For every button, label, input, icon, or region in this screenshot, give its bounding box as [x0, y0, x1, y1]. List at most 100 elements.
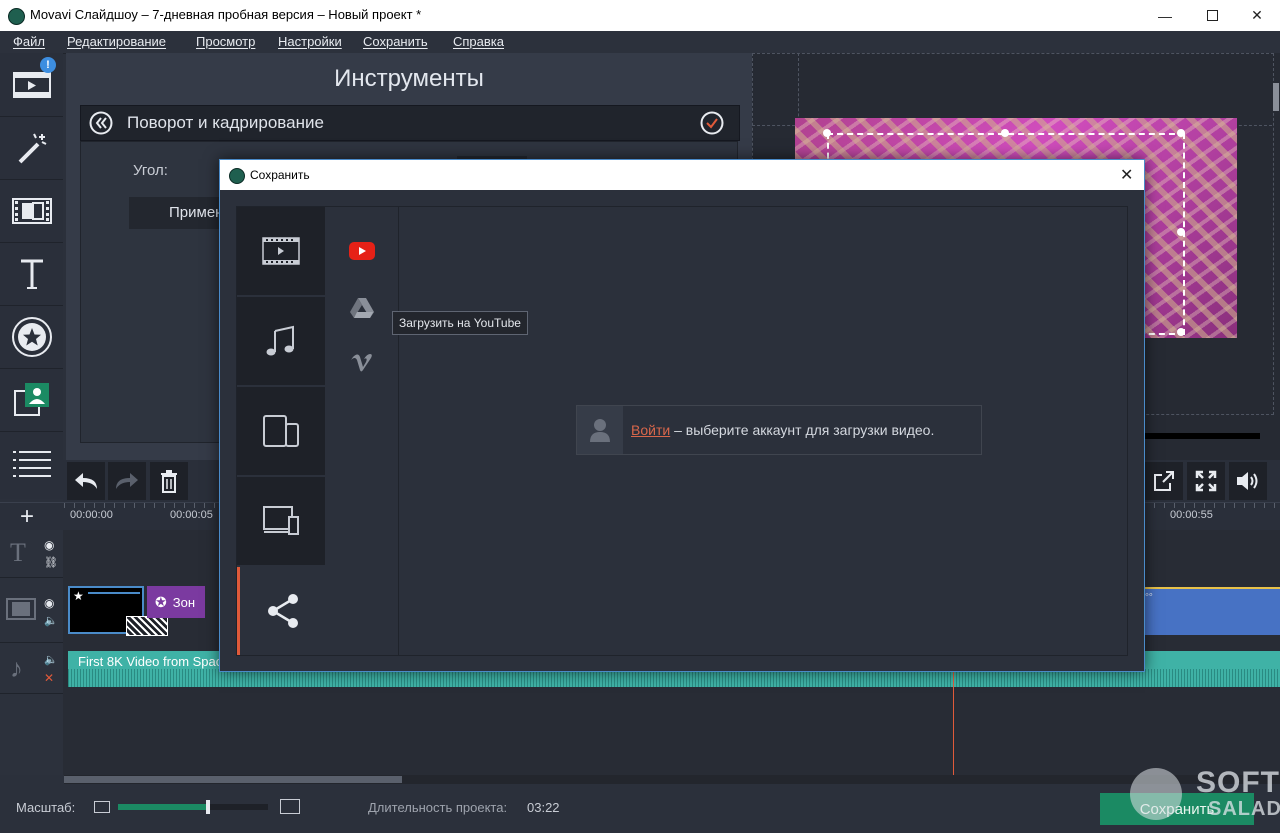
bottom-bar: Масштаб: Длительность проекта: 03:22 [0, 784, 1280, 833]
titles-icon [20, 259, 43, 289]
zoom-label: Масштаб: [16, 800, 76, 815]
crop-handle[interactable] [1177, 129, 1185, 137]
apply-check-icon[interactable] [700, 111, 724, 135]
keyframe-line [88, 592, 140, 594]
account-login-box: Войти – выберите аккаунт для загрузки ви… [576, 405, 982, 455]
user-icon [590, 419, 610, 442]
preview-progress[interactable] [1142, 433, 1260, 439]
menu-help[interactable]: Справка [453, 34, 504, 49]
video-clip[interactable]: ◦◦ [1143, 587, 1280, 635]
transitions-icon [11, 197, 52, 224]
zoom-slider[interactable] [118, 800, 268, 814]
transitions-button[interactable] [0, 179, 63, 243]
callouts-icon [13, 382, 49, 416]
timeline-scrollbar[interactable] [64, 775, 1280, 784]
menu-file[interactable]: Файл [13, 34, 45, 49]
speaker-icon[interactable]: 🔈 [44, 653, 58, 666]
time-tick: 00:00:00 [70, 509, 113, 521]
notification-badge: ! [40, 57, 56, 73]
section-title: Поворот и кадрирование [127, 113, 324, 132]
back-icon[interactable] [89, 111, 113, 135]
tools-heading: Инструменты [334, 65, 484, 92]
titles-button[interactable] [0, 242, 63, 306]
left-toolbar: ! [0, 53, 63, 499]
google-drive-service[interactable] [347, 293, 377, 323]
music-note-icon: ♪ [10, 653, 23, 683]
eye-icon[interactable]: ◉ [44, 538, 54, 552]
mute-link-icon[interactable]: ✕ [44, 671, 54, 685]
minimize-button[interactable]: — [1142, 0, 1188, 31]
dialog-divider [398, 207, 399, 655]
duration-label: Длительность проекта: [368, 800, 508, 815]
category-audio-file[interactable] [237, 297, 325, 385]
filters-button[interactable] [0, 116, 63, 180]
close-icon: ✕ [1251, 7, 1263, 23]
vimeo-service[interactable] [347, 349, 377, 379]
magic-wand-icon [18, 133, 46, 163]
popout-icon [1154, 471, 1174, 491]
transition-marker[interactable] [126, 616, 168, 636]
effect-clip-label: Зон [172, 594, 195, 610]
category-tv[interactable] [237, 477, 325, 565]
add-track-icon[interactable]: + [20, 505, 34, 529]
dialog-close-icon[interactable]: ✕ [1120, 165, 1133, 185]
undo-button[interactable] [67, 462, 105, 500]
dialog-title: Сохранить [250, 168, 310, 182]
crop-handle[interactable] [823, 129, 831, 137]
category-share[interactable] [237, 567, 325, 655]
menu-settings[interactable]: Настройки [278, 34, 342, 49]
crop-handle[interactable] [1001, 129, 1009, 137]
callouts-button[interactable] [0, 368, 63, 432]
youtube-service[interactable] [347, 236, 377, 266]
zoom-out-icon[interactable] [94, 801, 110, 813]
title-track-header: T ◉ ⛓ [0, 530, 63, 578]
vimeo-icon [351, 354, 372, 372]
avatar [577, 406, 623, 454]
close-button[interactable]: ✕ [1234, 0, 1280, 31]
popout-button[interactable] [1145, 462, 1183, 500]
dialog-title-bar: Сохранить ✕ [220, 160, 1144, 190]
audio-track-header: ♪ 🔈 ✕ [0, 643, 63, 694]
speaker-icon[interactable]: 🔈 [44, 614, 58, 627]
app-logo-icon [229, 168, 245, 184]
share-icon [267, 594, 298, 628]
crop-handle[interactable] [1177, 228, 1185, 236]
watermark-line2: SALAD [1208, 798, 1280, 820]
login-link[interactable]: Войти [631, 422, 670, 438]
title-bar: Movavi Слайдшоу – 7-дневная пробная верс… [0, 0, 1280, 31]
login-hint: – выберите аккаунт для загрузки видео. [670, 422, 935, 438]
stickers-button[interactable] [0, 305, 63, 369]
category-video-file[interactable] [237, 207, 325, 295]
tv-icon [263, 506, 299, 535]
video-track-header: ◉ 🔈 [0, 578, 63, 643]
menu-edit[interactable]: Редактирование [67, 34, 166, 49]
undo-icon [75, 473, 97, 489]
link-icon[interactable]: ⛓ [44, 556, 58, 569]
import-button[interactable]: ! [0, 53, 63, 117]
eye-icon[interactable]: ◉ [44, 596, 54, 610]
redo-button[interactable] [108, 462, 146, 500]
fullscreen-button[interactable] [1187, 462, 1225, 500]
video-clip-selected[interactable]: ★ [68, 586, 168, 636]
menu-bar: Файл Редактирование Просмотр Настройки С… [0, 31, 1280, 54]
scroll-thumb[interactable] [64, 776, 402, 783]
menu-save[interactable]: Сохранить [363, 34, 428, 49]
dialog-body: Загрузить на YouTube Войти – выберите ак… [236, 206, 1128, 656]
angle-label: Угол: [133, 162, 168, 179]
maximize-button[interactable] [1189, 0, 1235, 31]
zoom-slider-thumb[interactable] [206, 800, 210, 814]
zoom-in-icon[interactable] [280, 799, 300, 814]
rotate-crop-section: Поворот и кадрирование [80, 105, 740, 141]
crop-handle[interactable] [1177, 328, 1185, 336]
volume-button[interactable] [1229, 462, 1267, 500]
delete-button[interactable] [150, 462, 188, 500]
zoom-slider-fill [118, 804, 208, 810]
youtube-icon [349, 242, 375, 260]
time-tick: 00:00:05 [170, 509, 213, 521]
menu-view[interactable]: Просмотр [196, 34, 255, 49]
preview-scrollbar[interactable] [1273, 83, 1279, 111]
effect-clip[interactable]: ✪ Зон [147, 586, 205, 618]
more-tools-button[interactable] [0, 431, 63, 494]
youtube-tooltip: Загрузить на YouTube [392, 311, 528, 335]
category-devices[interactable] [237, 387, 325, 475]
